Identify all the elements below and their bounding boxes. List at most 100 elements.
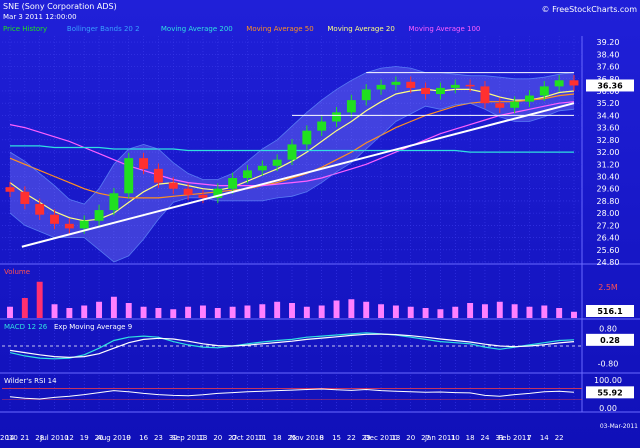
- x-label-33: 24: [480, 434, 489, 442]
- x-label-5: 12: [65, 434, 74, 442]
- legend-item-4: Moving Average 20: [327, 25, 394, 33]
- rsi-last-value: 55.92: [597, 388, 622, 397]
- candle-body-13: [198, 194, 208, 198]
- candle-body-28: [421, 87, 431, 95]
- candle-body-3: [50, 214, 59, 224]
- price-tick-16: 26.40: [597, 234, 620, 243]
- x-label-32: 18: [466, 434, 475, 442]
- x-label-35: Feb 2011: [498, 434, 530, 442]
- candle-body-24: [361, 89, 371, 101]
- rsi-tick-0: 100.00: [594, 376, 622, 385]
- candle-body-34: [510, 101, 520, 108]
- candle-body-25: [376, 84, 386, 90]
- candle-body-26: [391, 81, 401, 85]
- candle-body-17: [257, 165, 267, 171]
- x-label-39: 03-Mar-2011: [600, 423, 638, 430]
- price-tick-0: 39.20: [597, 38, 620, 47]
- x-label-24: 22: [347, 434, 356, 442]
- price-last-value: 36.36: [597, 81, 623, 90]
- x-label-31: 10: [451, 434, 460, 442]
- x-label-15: 20: [213, 434, 222, 442]
- x-label-18: 11: [258, 434, 267, 442]
- symbol-title: SNE (Sony Corporation ADS): [3, 2, 117, 11]
- candle-body-0: [5, 187, 15, 192]
- x-label-36: 7: [527, 434, 531, 442]
- macd-tick-1: -0.80: [598, 360, 619, 369]
- candle-body-2: [35, 203, 45, 215]
- candle-body-31: [465, 84, 475, 87]
- candle-body-36: [539, 86, 549, 96]
- candle-body-7: [109, 193, 119, 211]
- legend-item-3: Moving Average 50: [246, 25, 313, 33]
- candle-body-16: [243, 170, 252, 179]
- x-label-10: 16: [139, 434, 148, 442]
- macd-last-value: 0.28: [600, 336, 620, 345]
- candle-body-15: [228, 178, 238, 189]
- x-label-6: 19: [80, 434, 89, 442]
- x-label-28: 20: [406, 434, 415, 442]
- candle-body-10: [153, 168, 163, 183]
- candle-body-23: [346, 100, 356, 113]
- candle-body-8: [124, 158, 134, 194]
- candle-body-29: [435, 87, 445, 95]
- macd-subtitle: Exp Moving Average 9: [54, 323, 132, 331]
- candle-body-38: [569, 80, 579, 86]
- legend-item-2: Moving Average 200: [161, 25, 233, 33]
- x-label-14: 13: [198, 434, 207, 442]
- price-tick-6: 34.40: [597, 111, 620, 120]
- x-label-38: 22: [555, 434, 564, 442]
- x-label-27: 13: [391, 434, 400, 442]
- macd-tick-0: 0.80: [599, 324, 617, 333]
- legend-item-5: Moving Average 100: [409, 25, 481, 33]
- volume-last-value: 516.1: [597, 307, 623, 316]
- candle-body-18: [272, 159, 282, 166]
- chart-svg: 39.2038.4037.6036.8036.0035.2034.4033.60…: [0, 0, 640, 448]
- legend-item-1: Bollinger Bands 20 2: [67, 25, 140, 33]
- candle-body-21: [317, 121, 327, 131]
- price-tick-8: 32.80: [597, 136, 620, 145]
- x-label-37: 14: [540, 434, 549, 442]
- candle-body-37: [554, 80, 564, 87]
- volume-title: Volume: [4, 268, 30, 276]
- x-label-22: 8: [319, 434, 323, 442]
- volume-tick-0: 2.5M: [598, 283, 618, 292]
- price-tick-15: 27.20: [597, 221, 620, 230]
- candle-body-5: [79, 220, 89, 229]
- candle-body-11: [168, 182, 178, 189]
- candle-body-6: [94, 210, 104, 221]
- candle-body-12: [183, 188, 193, 195]
- candle-body-30: [450, 84, 460, 88]
- price-tick-7: 33.60: [597, 124, 620, 133]
- brand[interactable]: © FreeStockCharts.com: [542, 5, 638, 14]
- legend-item-0: Price History: [3, 25, 47, 33]
- price-tick-13: 28.80: [597, 197, 620, 206]
- price-tick-1: 38.40: [597, 50, 620, 59]
- chart-root: 39.2038.4037.6036.8036.0035.2034.4033.60…: [0, 0, 640, 448]
- candle-body-33: [495, 103, 505, 108]
- price-tick-9: 32.00: [597, 148, 620, 157]
- candle-body-4: [64, 223, 74, 229]
- header-date: Mar 3 2011 12:00:00: [3, 13, 77, 21]
- candle-body-19: [287, 144, 297, 160]
- candle-body-9: [139, 158, 149, 169]
- x-label-11: 23: [154, 434, 163, 442]
- candle-body-27: [406, 81, 416, 88]
- candle-body-20: [302, 130, 312, 145]
- candle-body-1: [20, 191, 30, 204]
- price-tick-11: 30.40: [597, 172, 620, 181]
- price-tick-17: 25.60: [597, 246, 620, 255]
- x-label-1: 14: [6, 434, 15, 442]
- x-label-23: 15: [332, 434, 341, 442]
- price-tick-2: 37.60: [597, 63, 620, 72]
- candle-body-22: [332, 112, 341, 122]
- price-tick-5: 35.20: [597, 99, 620, 108]
- x-label-9: 9: [127, 434, 131, 442]
- rsi-title: Wilder's RSI 14: [4, 377, 57, 385]
- price-tick-12: 29.60: [597, 185, 620, 194]
- x-label-19: 18: [273, 434, 282, 442]
- candle-body-32: [480, 86, 490, 104]
- x-label-2: 21: [20, 434, 29, 442]
- rsi-tick-1: 0.00: [599, 404, 617, 413]
- price-tick-10: 31.20: [597, 160, 620, 169]
- candle-body-35: [525, 95, 534, 102]
